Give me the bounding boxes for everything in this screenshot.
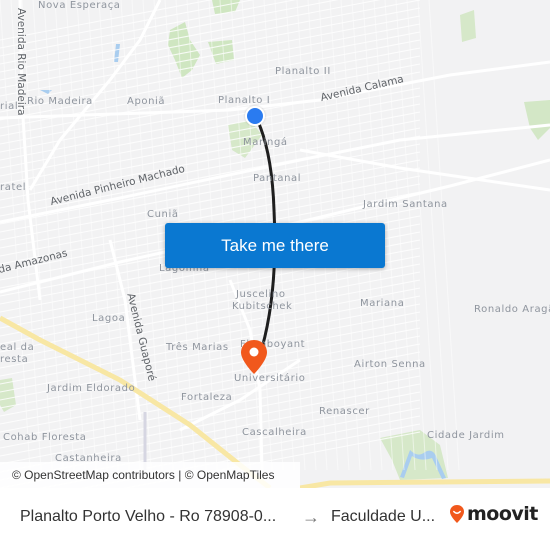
neighborhood-label: Airton Senna	[354, 359, 426, 370]
road-label-avenida-rio-madeira: Avenida Rio Madeira	[15, 8, 27, 116]
neighborhood-label: Mariana	[360, 298, 405, 309]
neighborhood-label: Planalto I	[218, 95, 271, 106]
neighborhood-label: Jardim Santana	[363, 199, 448, 210]
neighborhood-label: eal da	[0, 342, 35, 353]
neighborhood-label: Planalto II	[275, 66, 331, 77]
neighborhood-label: Cascalheira	[242, 427, 307, 438]
neighborhood-label: Pantanal	[253, 173, 302, 184]
neighborhood-label: Cidade Jardim	[427, 430, 505, 441]
neighborhood-label: Renascer	[319, 406, 370, 417]
neighborhood-label: resta	[0, 354, 29, 365]
neighborhood-label: Lagoa	[92, 313, 126, 324]
park-area	[460, 10, 476, 42]
neighborhood-label: Jardim Eldorado	[47, 383, 136, 394]
origin-label: Planalto Porto Velho - Ro 78908-0...	[20, 508, 277, 525]
neighborhood-label: ratel	[0, 182, 27, 193]
trip-footer: Planalto Porto Velho - Ro 78908-0... → F…	[0, 488, 550, 550]
park-area	[168, 22, 200, 78]
map-pin-icon	[241, 340, 267, 374]
neighborhood-label: Kubitschek	[232, 301, 293, 312]
arrow-right-icon: →	[302, 507, 320, 527]
destination-marker[interactable]	[240, 339, 268, 379]
map-attribution[interactable]: © OpenStreetMap contributors | © OpenMap…	[0, 462, 300, 488]
origin-marker[interactable]	[245, 106, 265, 126]
neighborhood-label: Cuniã	[147, 209, 179, 220]
park-area	[524, 100, 550, 140]
neighborhood-label: Aponiã	[127, 96, 166, 107]
neighborhood-label: Fortaleza	[181, 392, 233, 403]
destination-label: Faculdade U...	[331, 508, 436, 525]
neighborhood-label: Maringá	[243, 137, 288, 148]
neighborhood-label: Nova Esperaça	[38, 0, 121, 11]
moovit-wordmark: moovit	[467, 503, 538, 525]
map-view[interactable]: Nova Esperaça Planalto II Rio Madeira Aponi…	[0, 0, 550, 488]
highway	[299, 478, 550, 488]
water	[114, 44, 120, 62]
take-me-there-button[interactable]: Take me there	[165, 223, 385, 268]
moovit-pin-icon	[450, 505, 464, 523]
moovit-logo[interactable]: moovit	[449, 503, 538, 525]
neighborhood-label: Rio Madeira	[27, 96, 93, 107]
neighborhood-label: Ronaldo Aragã	[474, 304, 550, 315]
neighborhood-label: Três Marias	[166, 342, 229, 353]
neighborhood-label: Cohab Floresta	[3, 432, 87, 443]
neighborhood-label: Juscelino	[236, 289, 286, 300]
